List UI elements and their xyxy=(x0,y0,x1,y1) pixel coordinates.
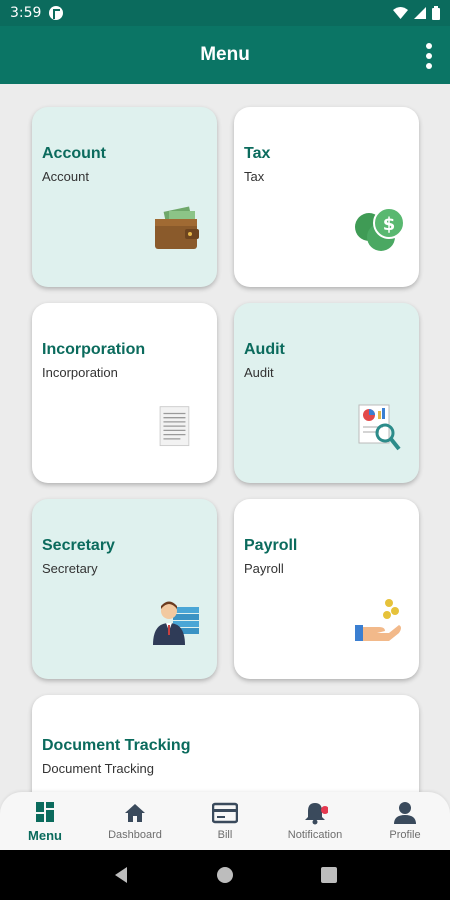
app-notification-icon xyxy=(49,6,64,20)
dollar-coins-icon: $ xyxy=(355,207,405,251)
nav-label: Profile xyxy=(389,829,421,841)
nav-profile[interactable]: Profile xyxy=(360,792,450,850)
card-title: Document Tracking xyxy=(42,737,191,754)
overflow-menu-button[interactable] xyxy=(424,43,434,69)
report-magnifier-icon xyxy=(358,404,401,451)
battery-icon xyxy=(432,6,440,20)
card-subtitle: Audit xyxy=(244,365,274,380)
card-subtitle: Account xyxy=(42,169,89,184)
person-icon xyxy=(394,802,416,824)
payroll-card[interactable]: Payroll Payroll xyxy=(234,499,419,679)
card-subtitle: Document Tracking xyxy=(42,761,154,776)
svg-text:$: $ xyxy=(383,214,396,235)
bottom-nav: Menu Dashboard Bill Notification Profile xyxy=(0,792,450,850)
card-title: Secretary xyxy=(42,537,115,554)
nav-bill[interactable]: Bill xyxy=(180,792,270,850)
card-subtitle: Payroll xyxy=(244,561,284,576)
wallet-icon xyxy=(155,206,199,249)
page-title: Menu xyxy=(200,44,250,65)
nav-label: Menu xyxy=(28,827,62,843)
status-time: 3:59 xyxy=(10,5,42,21)
status-icons xyxy=(393,6,440,20)
status-bar: 3:59 xyxy=(0,0,450,26)
person-files-icon xyxy=(153,601,199,645)
card-subtitle: Tax xyxy=(244,169,265,184)
card-title: Audit xyxy=(244,341,285,358)
bell-icon xyxy=(305,803,328,825)
grid-icon xyxy=(36,801,54,822)
app-bar: Menu xyxy=(0,26,450,84)
card-title: Tax xyxy=(244,145,271,162)
account-card[interactable]: Account Account xyxy=(32,107,217,287)
card-subtitle: Incorporation xyxy=(42,365,118,380)
back-icon[interactable] xyxy=(113,866,129,884)
dot-icon xyxy=(426,63,432,69)
nav-label: Notification xyxy=(287,829,343,841)
home-icon xyxy=(125,804,145,822)
home-button-icon[interactable] xyxy=(216,866,234,884)
wifi-icon xyxy=(393,7,408,19)
recents-icon[interactable] xyxy=(320,867,337,883)
hand-coins-icon xyxy=(355,599,401,641)
nav-menu[interactable]: Menu xyxy=(0,792,90,850)
bill-card-icon xyxy=(212,802,238,824)
card-title: Payroll xyxy=(244,537,298,554)
signal-icon xyxy=(414,7,426,19)
document-icon xyxy=(159,406,190,447)
card-title: Incorporation xyxy=(42,341,146,358)
notification-dot xyxy=(321,806,328,814)
card-subtitle: Secretary xyxy=(42,561,98,576)
incorporation-card[interactable]: Incorporation Incorporation xyxy=(32,303,217,483)
nav-label: Dashboard xyxy=(108,829,162,841)
nav-dashboard[interactable]: Dashboard xyxy=(90,792,180,850)
card-title: Account xyxy=(42,145,106,162)
nav-label: Bill xyxy=(217,829,233,841)
audit-card[interactable]: Audit Audit xyxy=(234,303,419,483)
dot-icon xyxy=(426,43,432,49)
nav-notification[interactable]: Notification xyxy=(270,792,360,850)
dot-icon xyxy=(426,53,432,59)
secretary-card[interactable]: Secretary Secretary xyxy=(32,499,217,679)
system-nav-bar xyxy=(0,850,450,900)
tax-card[interactable]: Tax Tax $ xyxy=(234,107,419,287)
